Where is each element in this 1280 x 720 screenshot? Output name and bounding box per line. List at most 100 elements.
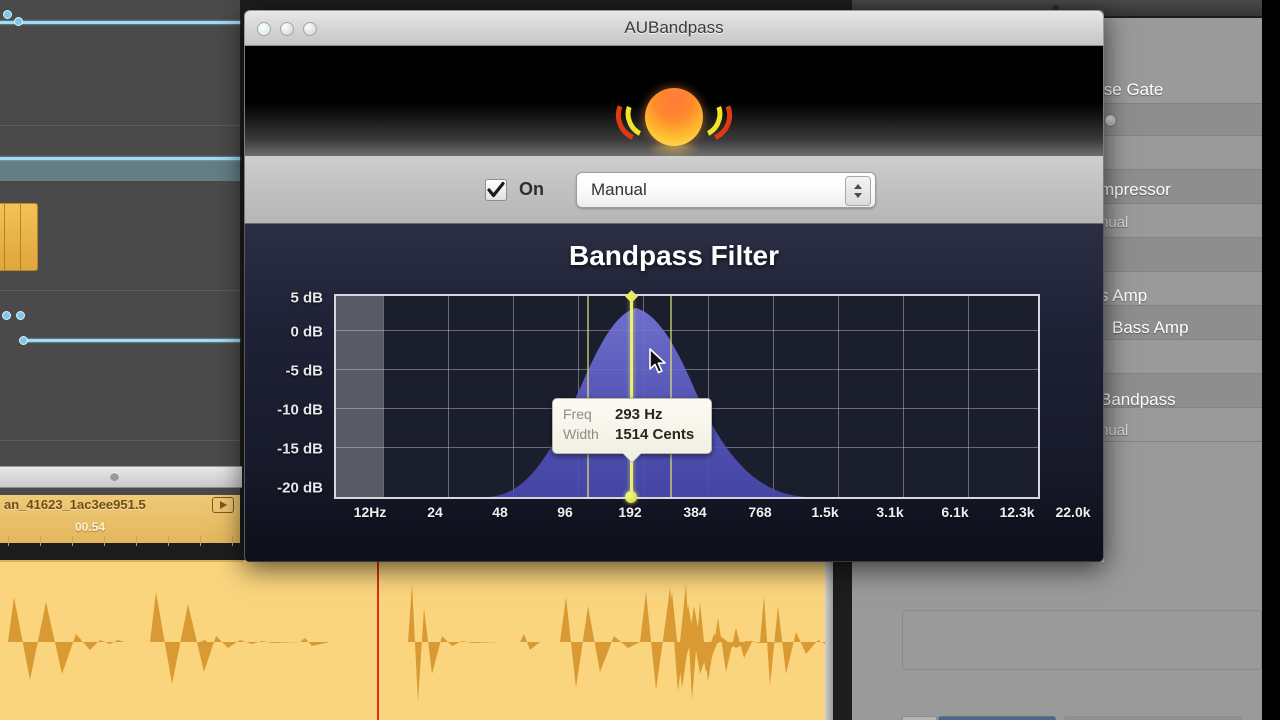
x-axis-labels: 12Hz 24 48 96 192 384 768 1.5k 3.1k 6.1k…	[334, 504, 1091, 526]
zoom-button[interactable]	[303, 22, 317, 36]
automation-line[interactable]	[22, 339, 240, 342]
x-tick-label: 3.1k	[876, 504, 904, 520]
x-tick-label: 384	[683, 504, 707, 520]
track-divider	[0, 125, 240, 126]
width-lower-marker[interactable]	[587, 296, 589, 497]
audio-waveform-region[interactable]	[0, 560, 825, 720]
gridline	[708, 296, 709, 497]
preset-popup-value: Manual	[591, 179, 647, 199]
checkmark-icon	[487, 181, 505, 197]
window-titlebar[interactable]: AUBandpass	[244, 10, 1104, 46]
track-divider	[0, 440, 240, 441]
window-traffic-lights[interactable]	[257, 22, 317, 36]
on-label: On	[519, 179, 544, 199]
gridline	[336, 330, 1038, 331]
chain-knob[interactable]	[1104, 114, 1117, 127]
plugin-control-bar[interactable]: On Manual	[244, 156, 1104, 224]
play-icon[interactable]	[212, 497, 234, 513]
audio-region[interactable]	[0, 203, 38, 271]
audio-unit-header	[244, 46, 1104, 156]
automation-band	[0, 159, 240, 181]
chain-item-bandpass-preset[interactable]: nual	[1100, 422, 1128, 439]
chevron-up-down-icon[interactable]	[845, 175, 871, 206]
gridline	[578, 296, 579, 497]
x-tick-label: 22.0k	[1055, 504, 1091, 520]
tooltip-freq-key: Freq	[563, 406, 592, 422]
gridline	[773, 296, 774, 497]
automation-node[interactable]	[2, 311, 11, 320]
waveform-graphic	[0, 584, 825, 702]
close-button[interactable]	[257, 22, 271, 36]
audio-unit-logo	[608, 82, 740, 156]
chain-item-bass-amp[interactable]: s Amp	[1100, 286, 1147, 306]
gridline	[643, 296, 644, 497]
y-tick-label: 5 dB	[290, 289, 323, 307]
playhead[interactable]	[377, 560, 379, 720]
horizontal-scrollbar[interactable]	[0, 466, 242, 488]
x-tick-label: 96	[557, 504, 573, 520]
minimize-button[interactable]	[280, 22, 294, 36]
gridline	[903, 296, 904, 497]
gridline	[968, 296, 969, 497]
bandpass-response-curve	[486, 308, 806, 497]
scroll-handle-dot[interactable]	[110, 472, 119, 481]
aubandpass-window[interactable]: AUBandpass On Manual Bandpass Filter 5 d…	[244, 10, 1104, 562]
y-tick-label: -15 dB	[277, 440, 323, 458]
chain-empty-slot[interactable]	[902, 610, 1262, 670]
plot-inactive-band	[336, 296, 383, 497]
tooltip-freq-value: 293 Hz	[615, 406, 663, 423]
y-tick-label: -20 dB	[277, 479, 323, 497]
tooltip-width-value: 1514 Cents	[615, 426, 695, 444]
tooltip-width-key: Width	[563, 426, 599, 443]
chain-item-compressor-preset[interactable]: nual	[1100, 214, 1128, 231]
gridline	[838, 296, 839, 497]
y-axis-labels: 5 dB 0 dB -5 dB -10 dB -15 dB -20 dB	[245, 290, 331, 499]
chain-item-bass-amp-preset[interactable]: Bass Amp	[1112, 318, 1189, 338]
preset-popup-button[interactable]: Manual	[576, 171, 876, 208]
clip-name: an_41623_1ac3ee951.5	[4, 497, 146, 512]
plot-frame[interactable]	[334, 290, 1040, 503]
timeline-ruler[interactable]	[0, 536, 240, 546]
y-tick-label: 0 dB	[290, 323, 323, 341]
visual-eq-thumbnail[interactable]	[938, 716, 1056, 720]
x-tick-label: 48	[492, 504, 508, 520]
automation-line[interactable]	[0, 21, 240, 24]
automation-node[interactable]	[3, 10, 12, 19]
window-right-edge	[1262, 0, 1280, 720]
gridline	[383, 296, 384, 497]
chain-item-noise-gate[interactable]: ise Gate	[1100, 80, 1163, 100]
on-checkbox[interactable]	[485, 178, 507, 201]
gridline	[336, 369, 1038, 370]
x-tick-label: 12Hz	[353, 504, 387, 520]
frequency-handle-top[interactable]	[625, 290, 638, 303]
tooltip-notch	[622, 451, 642, 462]
parameter-tooltip: Freq 293 Hz Width 1514 Cents	[552, 398, 712, 462]
automation-node[interactable]	[16, 311, 25, 320]
track-right-edge	[825, 560, 833, 720]
frequency-handle-bottom[interactable]	[625, 491, 637, 503]
mouse-cursor	[648, 348, 668, 381]
gridline	[448, 296, 449, 497]
window-title: AUBandpass	[624, 18, 724, 37]
x-tick-label: 1.5k	[811, 504, 839, 520]
frequency-response-plot[interactable]	[334, 290, 1040, 503]
track-divider	[0, 290, 240, 291]
gridline	[513, 296, 514, 497]
eq-toggle-button[interactable]	[902, 716, 937, 720]
x-tick-label: 192	[618, 504, 642, 520]
x-tick-label: 12.3k	[999, 504, 1035, 520]
clip-time: 00.54	[75, 520, 106, 534]
x-tick-label: 24	[427, 504, 443, 520]
plugin-body: Bandpass Filter 5 dB 0 dB -5 dB -10 dB -…	[244, 224, 1104, 562]
y-tick-label: -10 dB	[277, 401, 323, 419]
page-title: Bandpass Filter	[568, 240, 780, 271]
chain-item-bandpass[interactable]: Bandpass	[1100, 390, 1176, 410]
chain-item-compressor[interactable]: mpressor	[1100, 180, 1171, 200]
x-tick-label: 6.1k	[941, 504, 969, 520]
automation-node[interactable]	[19, 336, 28, 345]
automation-node[interactable]	[14, 17, 23, 26]
center-frequency-marker[interactable]	[630, 296, 633, 497]
x-tick-label: 768	[748, 504, 772, 520]
width-upper-marker[interactable]	[670, 296, 672, 497]
automation-line[interactable]	[0, 157, 240, 160]
